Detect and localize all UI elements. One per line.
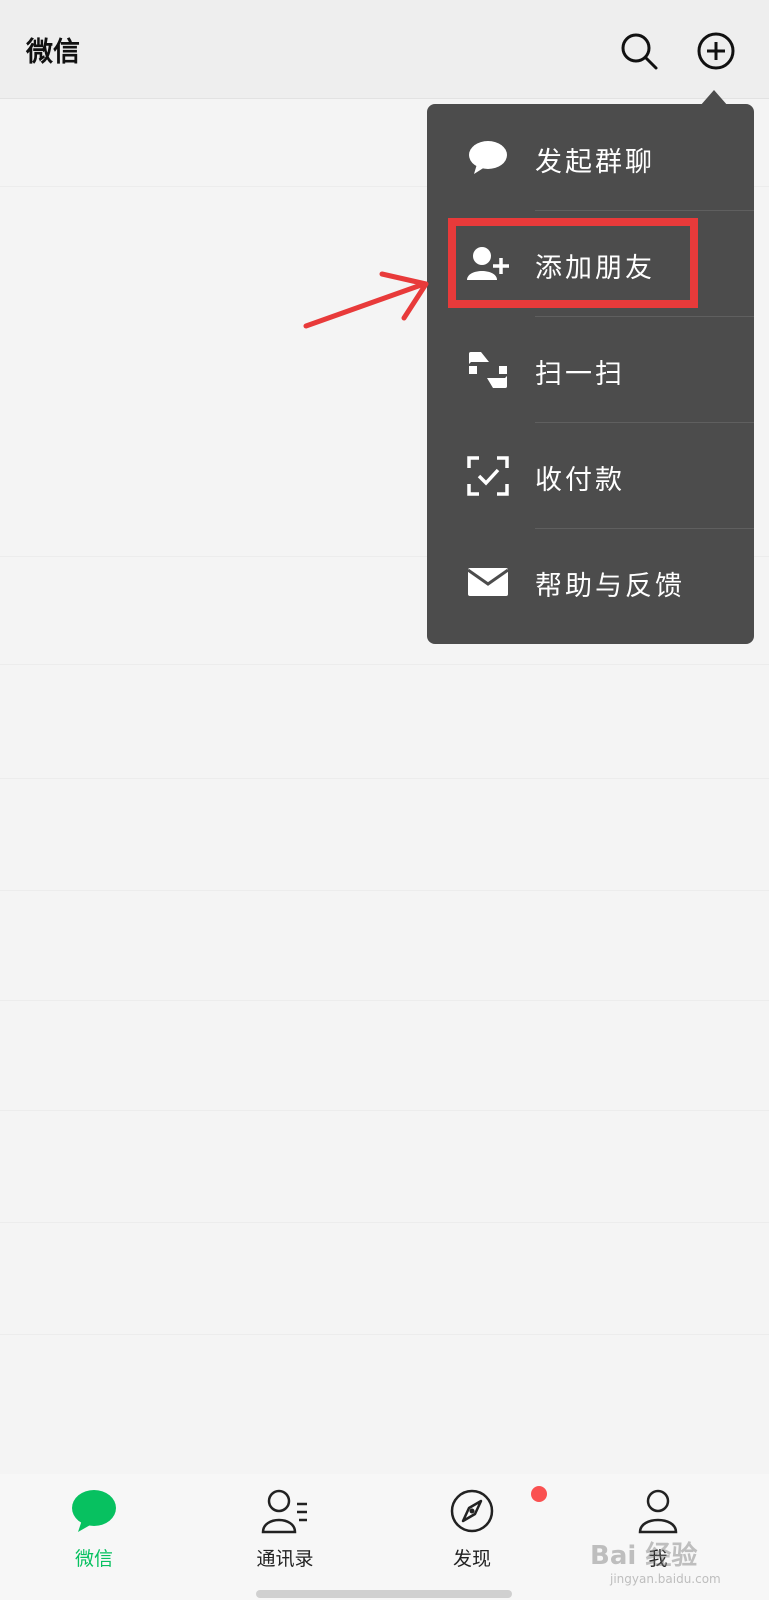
page-title: 微信: [26, 37, 80, 68]
person-icon: [634, 1488, 682, 1534]
watermark-logo: Bai 经验: [590, 1541, 698, 1571]
tab-label: 发现: [452, 1548, 491, 1570]
home-indicator: [256, 1590, 512, 1598]
tab-label: 通讯录: [256, 1548, 314, 1570]
menu-item-payment[interactable]: 收付款: [427, 422, 754, 530]
menu-item-label: 帮助与反馈: [535, 571, 685, 602]
search-icon: [621, 33, 658, 70]
menu-item-help-feedback[interactable]: 帮助与反馈: [427, 528, 754, 636]
highlight-box: [448, 218, 698, 308]
compass-icon: [448, 1486, 547, 1534]
top-bar: 微信: [0, 0, 769, 99]
tab-label: 微信: [74, 1548, 113, 1570]
contacts-icon: [261, 1488, 309, 1534]
menu-item-scan[interactable]: 扫一扫: [427, 316, 754, 424]
mail-icon: [467, 562, 509, 602]
plus-dropdown-menu: 发起群聊 添加朋友 扫一扫 收付款 帮助与反馈: [427, 104, 754, 644]
watermark-url: jingyan.baidu.com: [610, 1572, 721, 1586]
menu-item-label: 扫一扫: [535, 359, 625, 390]
payment-icon: [467, 456, 509, 496]
list-divider: [0, 1000, 769, 1001]
tab-chats[interactable]: 微信: [34, 1488, 154, 1588]
menu-item-label: 发起群聊: [535, 147, 655, 178]
add-button[interactable]: [695, 30, 737, 72]
scan-icon: [467, 350, 509, 390]
search-button[interactable]: [618, 30, 660, 72]
list-divider: [0, 1334, 769, 1335]
menu-item-label: 收付款: [535, 465, 625, 496]
chat-bubble-icon: [70, 1488, 118, 1534]
chat-bubble-icon: [467, 138, 509, 178]
plus-circle-icon: [697, 32, 735, 70]
menu-item-group-chat[interactable]: 发起群聊: [427, 104, 754, 212]
red-arrow-annotation: [303, 271, 429, 329]
list-divider: [0, 890, 769, 891]
list-divider: [0, 1222, 769, 1223]
list-divider: [0, 778, 769, 779]
list-divider: [0, 1110, 769, 1111]
list-divider: [0, 664, 769, 665]
tab-discover[interactable]: 发现: [412, 1486, 547, 1588]
notification-badge: [531, 1486, 547, 1502]
tab-contacts[interactable]: 通讯录: [225, 1488, 345, 1588]
